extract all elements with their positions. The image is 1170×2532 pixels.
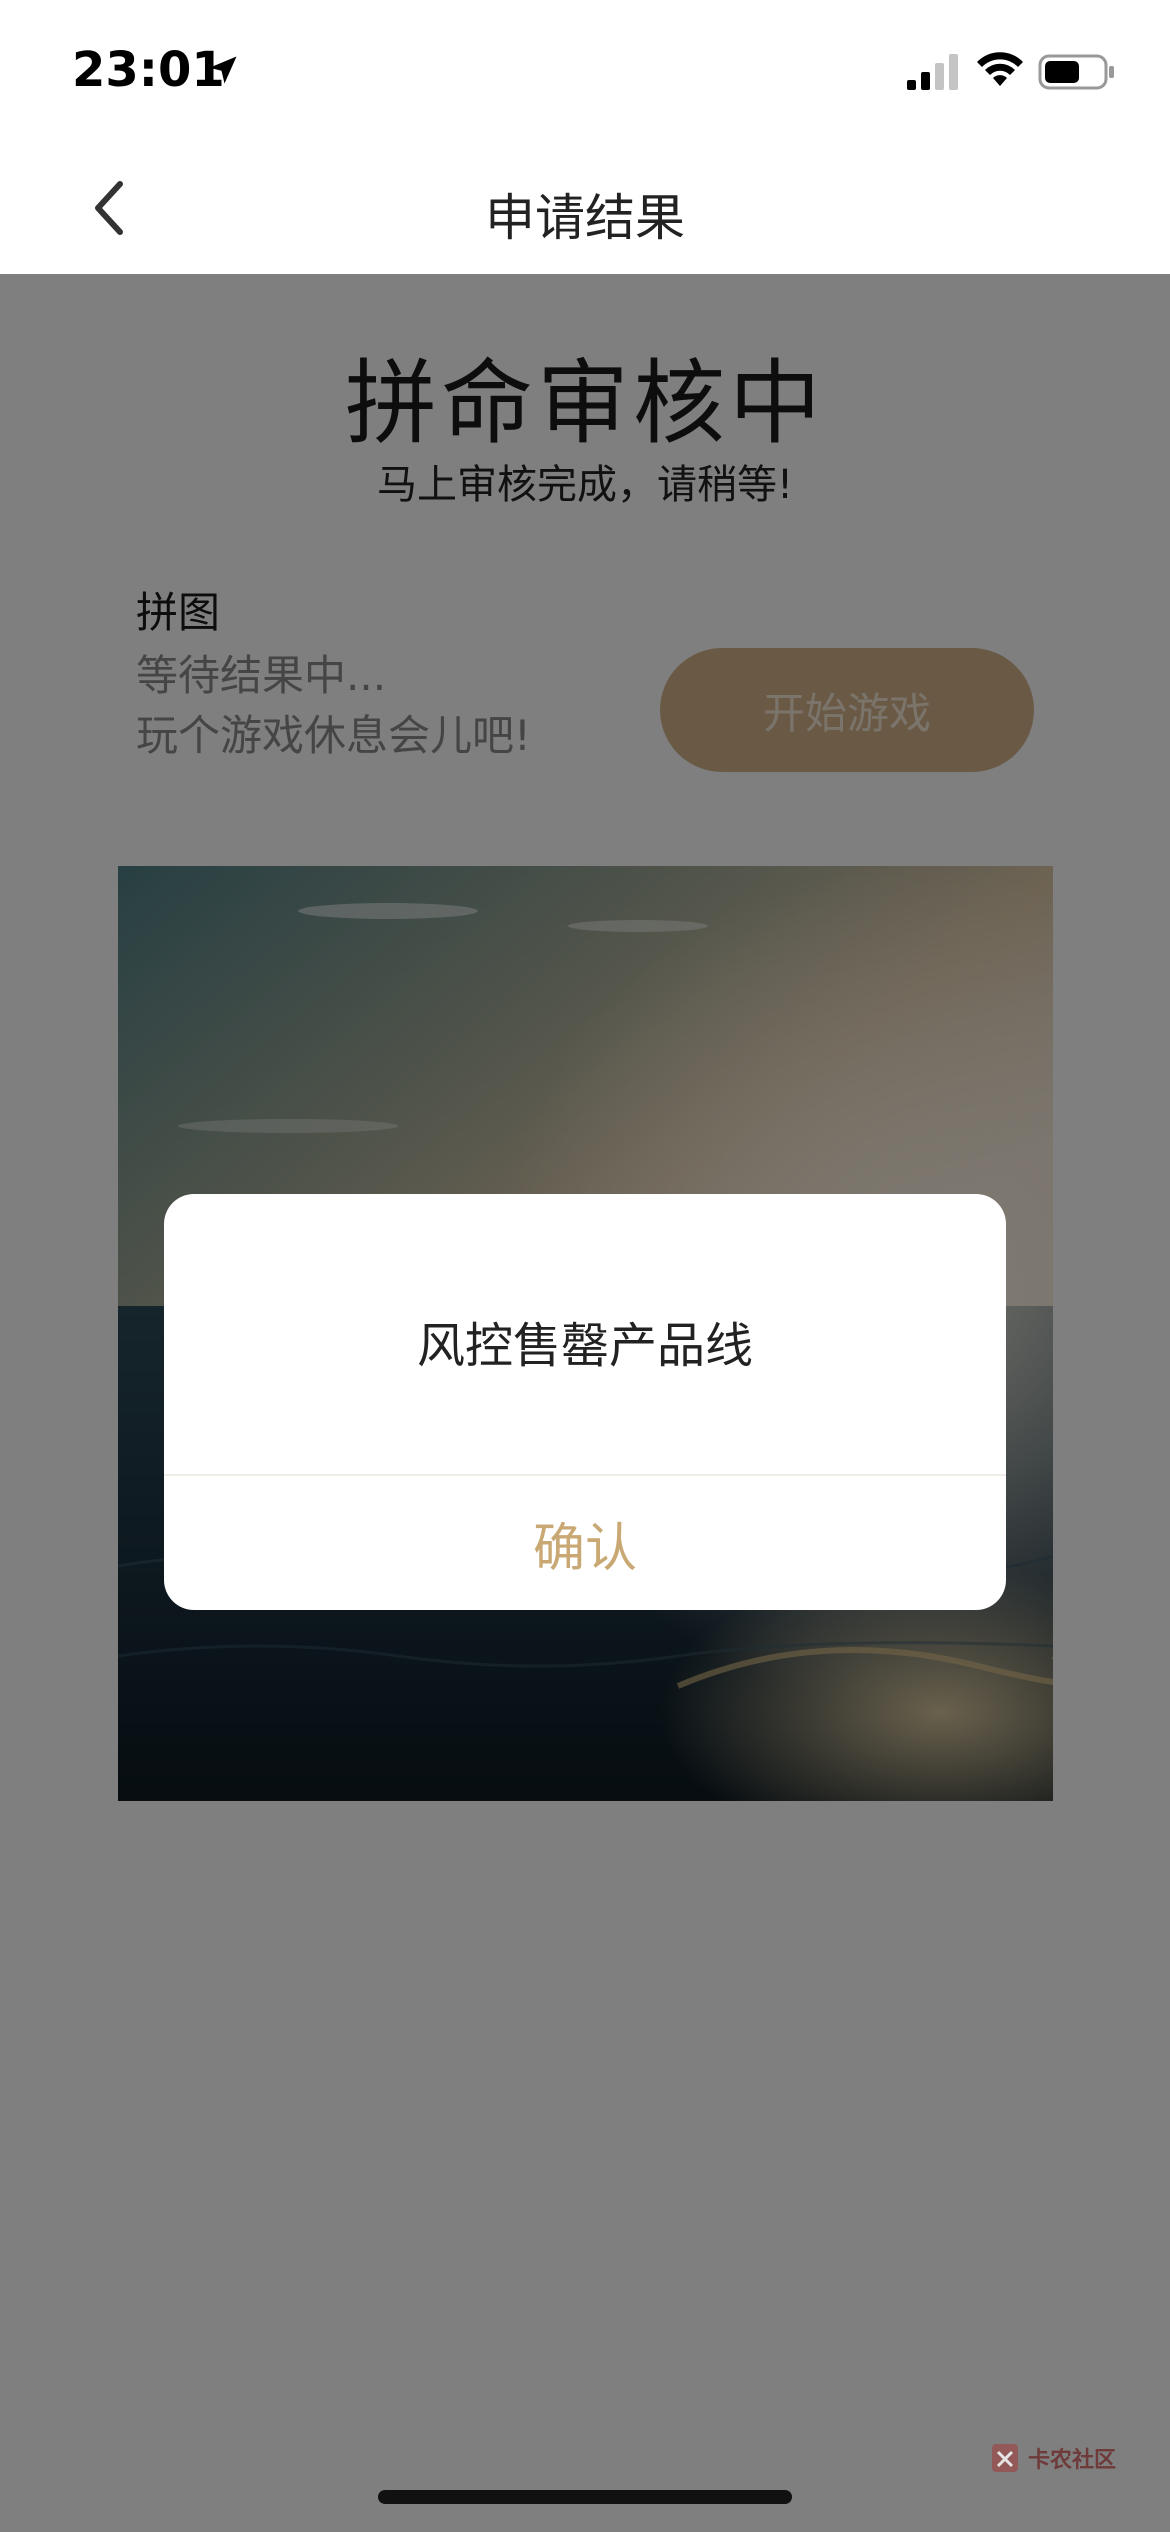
cellular-signal-icon <box>907 54 958 90</box>
page-title: 申请结果 <box>485 189 685 247</box>
dialog-message: 风控售罄产品线 <box>416 1318 753 1374</box>
alert-dialog: 风控售罄产品线 确认 <box>164 1194 1006 1610</box>
status-bar: 23:01 <box>0 0 1170 140</box>
confirm-button[interactable]: 确认 <box>164 1476 1006 1610</box>
nav-bar: 申请结果 <box>0 140 1170 274</box>
home-indicator[interactable] <box>378 2490 792 2504</box>
kanong-logo-icon <box>992 2444 1018 2472</box>
watermark-text: 卡农社区 <box>1028 2448 1117 2473</box>
battery-icon <box>1038 54 1114 90</box>
location-arrow-icon <box>209 56 237 84</box>
wifi-icon <box>977 52 1023 86</box>
status-time: 23:01 <box>72 42 225 98</box>
watermark-logo: 卡农社区 <box>990 2440 1116 2484</box>
